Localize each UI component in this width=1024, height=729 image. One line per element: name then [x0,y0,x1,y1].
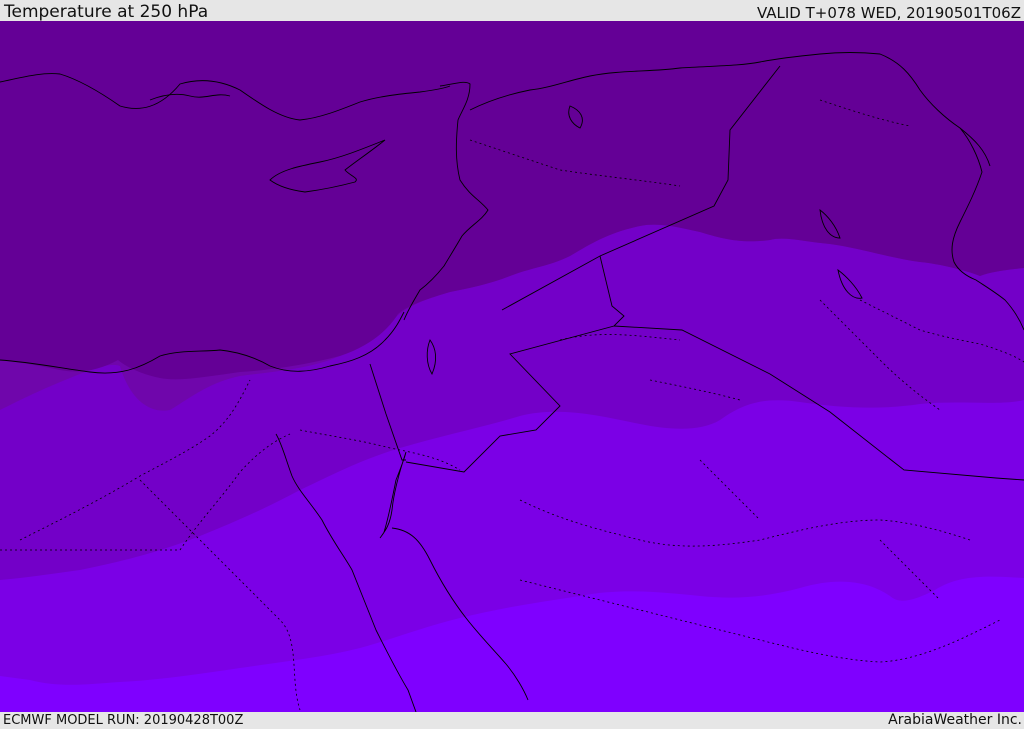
model-run-label: ECMWF MODEL RUN: 20190428T00Z [3,713,244,728]
weather-map-frame: Temperature at 250 hPa VALID T+078 WED, … [0,0,1024,729]
temperature-map[interactable] [0,21,1024,712]
valid-time-label: VALID T+078 WED, 20190501T06Z [756,4,1021,22]
credit-label: ArabiaWeather Inc. [888,712,1022,728]
map-canvas [0,21,1024,712]
map-footer: ECMWF MODEL RUN: 20190428T00Z ArabiaWeat… [0,712,1024,729]
map-title: Temperature at 250 hPa [4,2,209,22]
map-header: Temperature at 250 hPa VALID T+078 WED, … [0,0,1024,21]
